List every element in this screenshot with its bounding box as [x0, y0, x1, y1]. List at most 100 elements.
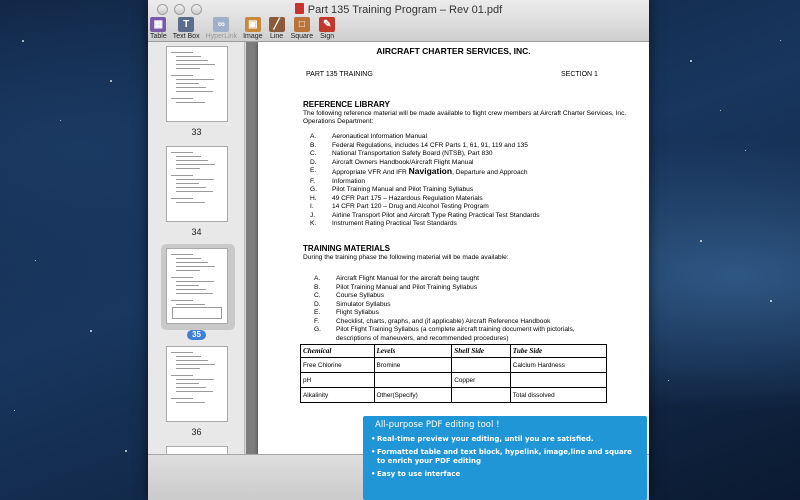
toolbar-line-button[interactable]: ╱ Line — [268, 17, 285, 41]
list-item-text: 49 CFR Part 175 – Hazardous Regulation M… — [332, 194, 483, 202]
table-cell[interactable]: pH — [300, 372, 375, 388]
promo-title: All-purpose PDF editing tool ! — [375, 420, 500, 430]
list-item: G. Pilot Training Manual and Pilot Traini… — [310, 186, 540, 195]
list-item-letter: I. — [310, 203, 314, 210]
table-cell[interactable]: Bromine — [373, 357, 453, 373]
table-header-cell[interactable]: Chemical — [300, 344, 375, 358]
page-thumbnail[interactable]: 35 — [148, 244, 244, 342]
thumbnail-page-number: 33 — [191, 127, 202, 137]
toolbar-hyperlink-button[interactable]: ∞ HyperLink — [205, 17, 238, 41]
list-item: E. Flight Syllabus — [314, 309, 575, 318]
list-item: F. Information — [310, 178, 540, 187]
table-row: Free Chlorine Bromine Calcium Hardness — [300, 357, 608, 373]
toolbar-textbox-button[interactable]: T Text Box — [173, 17, 200, 41]
table-cell[interactable] — [509, 372, 608, 388]
table-cell[interactable] — [451, 387, 511, 403]
training-materials-heading: TRAINING MATERIALS — [303, 244, 390, 253]
thumbnail-page-preview — [165, 46, 228, 122]
table-cell[interactable]: Copper — [451, 372, 511, 388]
thumbnail-page-preview — [165, 446, 228, 454]
list-item-letter: F. — [310, 177, 316, 185]
toolbar-square-button[interactable]: □ Square — [291, 17, 313, 41]
toolbar-label: Table — [150, 33, 167, 40]
list-item-text: Aircraft Flight Manual for the aircraft … — [336, 275, 479, 282]
toolbar-sign-button[interactable]: ✎ Sign — [319, 17, 336, 41]
reference-list: A. Aeronautical Information Manual B. Feder… — [310, 133, 540, 229]
list-item-text: Information — [332, 177, 365, 185]
list-item-text-part: Appropriate VFR And IFR — [332, 169, 409, 176]
table-header-cell[interactable]: Tube Side — [509, 344, 608, 358]
page-thumbnail-partial[interactable] — [148, 446, 244, 454]
line-icon: ╱ — [268, 17, 285, 32]
list-item: F. Checklist, charts, graphs, and (if app… — [314, 318, 575, 327]
list-item-letter: C. — [314, 292, 321, 299]
promo-bullet: Formatted table and text block, hypelink… — [371, 448, 641, 466]
window-title: Part 135 Training Program – Rev 01.pdf — [148, 3, 649, 16]
toolbar-label: HyperLink — [205, 33, 238, 40]
chemical-table[interactable]: Chemical Levels Shell Side Tube Side Free Ch… — [300, 344, 608, 403]
list-item-letter — [314, 335, 336, 344]
list-item: B. Pilot Training Manual and Pilot Traini… — [314, 284, 575, 293]
list-item: C. National Transportation Safety Board (… — [310, 150, 540, 159]
page-thumbnail[interactable]: 36 — [148, 346, 244, 437]
sign-icon: ✎ — [319, 17, 336, 32]
training-list: A. Aircraft Flight Manual for the aircraf… — [314, 275, 575, 343]
list-item-letter: K. — [310, 220, 317, 227]
table-cell[interactable]: Calcium Hardness — [509, 357, 608, 373]
thumbnail-page-number: 35 — [187, 330, 206, 340]
thumbnail-page-preview — [165, 346, 228, 422]
list-item-letter: A. — [314, 275, 321, 282]
table-cell[interactable]: Free Chlorine — [300, 357, 375, 373]
list-item-text: Flight Syllabus — [336, 309, 379, 316]
doc-company-name: AIRCRAFT CHARTER SERVICES, INC. — [376, 46, 531, 56]
list-item-text: Course Syllabus — [336, 292, 385, 299]
hyperlink-icon: ∞ — [213, 17, 230, 32]
page-thumbnail[interactable]: 33 — [148, 46, 244, 137]
table-cell[interactable]: Other(Specify) — [373, 387, 453, 403]
list-item-text-part: , Departure and Approach — [452, 169, 528, 176]
list-item-letter: H. — [310, 194, 317, 202]
list-item-text: Checklist, charts, graphs, and (if appli… — [336, 317, 551, 325]
list-item-text: Appropriate VFR And IFR Navigation, Depa… — [332, 167, 528, 178]
list-item-text: Aeronautical Information Manual — [332, 133, 427, 140]
list-item-letter: B. — [314, 283, 321, 291]
list-item-text-emphasis: Navigation — [408, 166, 453, 176]
list-item-text: National Transportation Safety Board (NT… — [332, 150, 493, 157]
table-row: Alkalinity Other(Specify) Total dissolved — [300, 387, 608, 403]
toolbar: ▦ Table T Text Box ∞ HyperLink ▣ Image ╱ Line □ Squ… — [148, 17, 341, 41]
table-header-cell[interactable]: Levels — [373, 344, 453, 358]
promo-bullets: Real-time preview your editing, until yo… — [371, 435, 641, 479]
thumbnail-sidebar[interactable]: 33 34 35 36 — [148, 42, 245, 454]
toolbar-image-button[interactable]: ▣ Image — [243, 17, 263, 41]
pdf-page[interactable]: AIRCRAFT CHARTER SERVICES, INC. PART 135… — [258, 42, 649, 454]
table-cell[interactable]: Total dissolved — [509, 387, 608, 403]
list-item-text: Pilot Training Manual and Pilot Training… — [332, 186, 474, 193]
table-icon: ▦ — [150, 17, 167, 32]
list-item-text: Simulator Syllabus — [336, 300, 391, 308]
table-cell[interactable] — [451, 357, 511, 373]
toolbar-table-button[interactable]: ▦ Table — [150, 17, 167, 41]
table-cell[interactable]: Alkalinity — [300, 387, 375, 403]
list-item-text: Federal Regulations, includes 14 CFR Par… — [332, 141, 528, 149]
list-item-text: Pilot Training Manual and Pilot Training… — [336, 283, 478, 291]
list-item: D. Simulator Syllabus — [314, 301, 575, 310]
reference-intro: The following reference material will be… — [303, 110, 627, 125]
thumbnail-page-number: 36 — [191, 427, 202, 437]
list-item-text: descriptions of maneuvers, and recommend… — [336, 334, 509, 342]
training-intro: During the training phase the following … — [303, 254, 509, 261]
toolbar-label: Text Box — [172, 33, 200, 40]
list-item: G. Pilot Flight Training Syllabus (a comp… — [314, 326, 575, 335]
toolbar-label: Image — [243, 33, 263, 40]
list-item: J. Airline Transport Pilot and Aircraft T… — [310, 212, 540, 221]
table-cell[interactable] — [373, 372, 453, 388]
list-item-letter: D. — [310, 158, 317, 166]
promo-bullet: Easy to use interface — [371, 470, 641, 479]
list-item: C. Course Syllabus — [314, 292, 575, 301]
reference-library-heading: REFERENCE LIBRARY — [303, 100, 390, 109]
page-thumbnail[interactable]: 34 — [148, 146, 244, 237]
list-item-letter: C. — [310, 150, 317, 157]
list-item-text: Instrument Rating Practical Test Standar… — [332, 220, 457, 227]
list-item: H. 49 CFR Part 175 – Hazardous Regulation… — [310, 195, 540, 204]
table-header-cell[interactable]: Shell Side — [451, 344, 511, 358]
list-item-letter: B. — [310, 141, 317, 149]
